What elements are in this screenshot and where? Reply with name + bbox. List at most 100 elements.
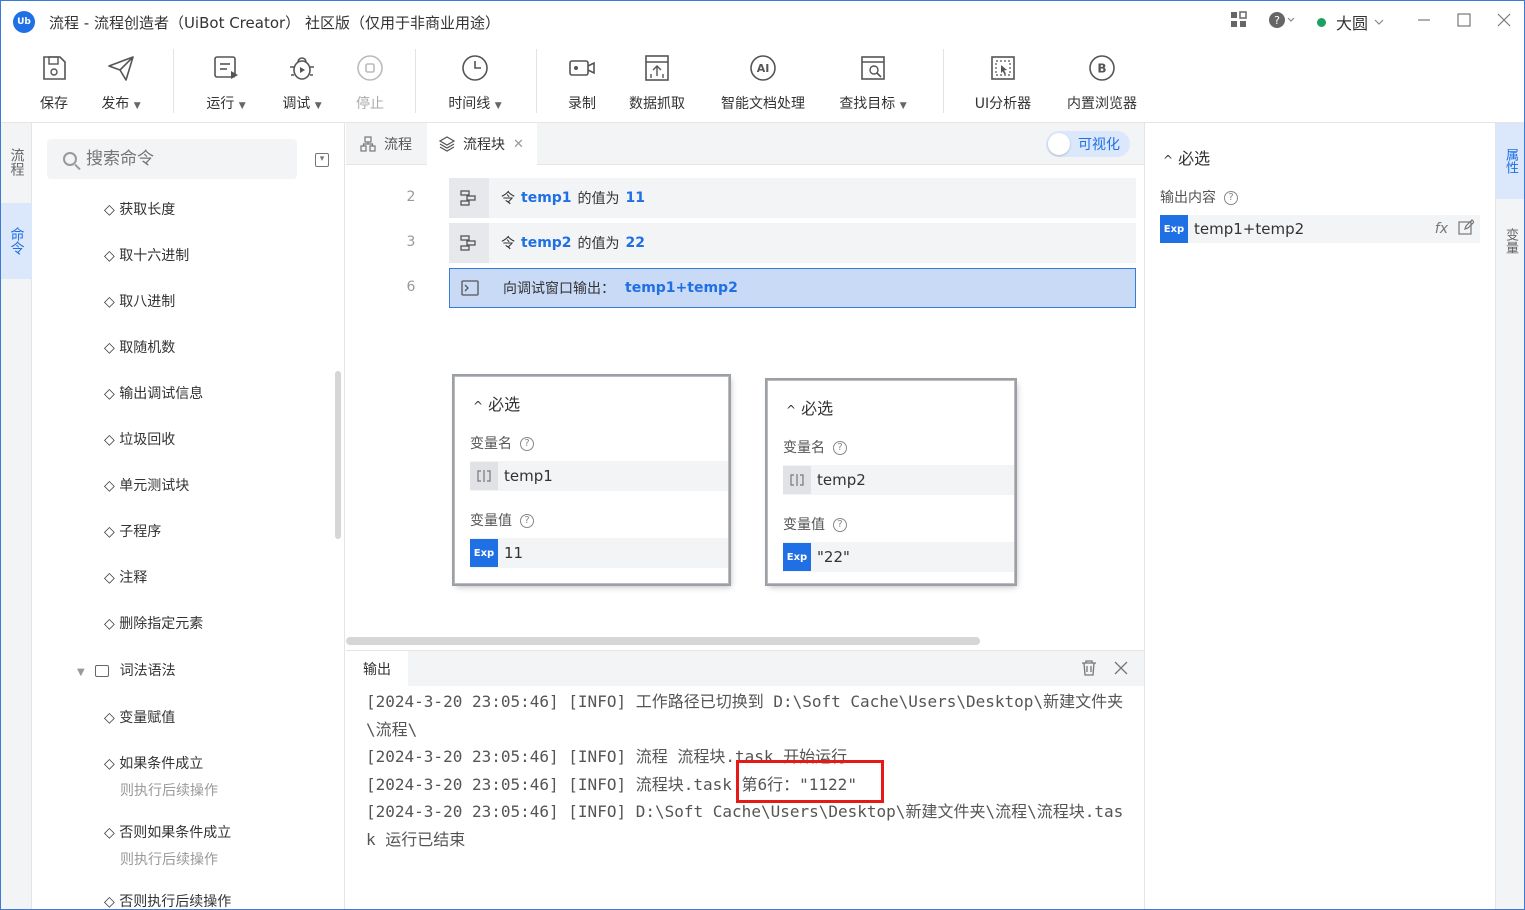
find-target-button[interactable]: 查找目标 ▼ — [833, 43, 913, 123]
code-canvas: 2 令 temp1 的值为 11 3 令 temp2 的值为 22 6 向调试窗口输出： te… — [346, 165, 1144, 650]
toolbar-divider — [943, 49, 944, 113]
variable-name-field[interactable]: temp2 — [783, 465, 1014, 495]
assign-icon — [449, 223, 489, 263]
rail-tab-properties[interactable]: 属性 — [1496, 123, 1524, 199]
publish-button[interactable]: 发布 ▼ — [91, 43, 151, 123]
save-button[interactable]: 保存 — [25, 43, 83, 123]
command-item[interactable]: ◇ 获取长度 — [104, 199, 175, 219]
help-icon[interactable]: ? — [1259, 11, 1307, 33]
ui-analyzer-button[interactable]: UI分析器 — [967, 43, 1039, 123]
expression-icon: Exp — [783, 543, 811, 571]
command-panel: ▾ ◇ 获取长度 ◇ 取十六进制 ◇ 取八进制 ◇ 取随机数 ◇ 输出调试信息 … — [32, 123, 345, 909]
popup-header: 必选 — [801, 399, 834, 418]
help-circle-icon[interactable]: ? — [833, 518, 847, 532]
help-circle-icon[interactable]: ? — [520, 514, 534, 528]
command-item[interactable]: ◇ 否则执行后续操作 — [104, 891, 231, 909]
visual-toggle-label: 可视化 — [1078, 137, 1120, 153]
browser-button[interactable]: B 内置浏览器 — [1059, 43, 1145, 123]
command-item[interactable]: ◇ 删除指定元素 — [104, 613, 203, 633]
trash-icon[interactable] — [1080, 659, 1098, 681]
code-row[interactable]: 2 令 temp1 的值为 11 — [346, 178, 1136, 218]
ai-doc-button[interactable]: AI 智能文档处理 — [711, 43, 815, 123]
command-item[interactable]: ◇ 单元测试块 — [104, 475, 189, 495]
close-output-icon[interactable] — [1112, 659, 1130, 681]
toggle-knob — [1048, 133, 1070, 155]
expression-icon: Exp — [1160, 215, 1188, 243]
toolbar-divider — [536, 49, 537, 113]
variable-value-field[interactable]: Exp "22" — [783, 542, 1014, 572]
svg-text:AI: AI — [757, 62, 770, 75]
record-label: 录制 — [568, 96, 596, 112]
code-row-selected[interactable]: 6 向调试窗口输出： temp1+temp2 — [346, 268, 1136, 308]
maximize-icon[interactable] — [1444, 12, 1484, 33]
command-item[interactable]: ◇ 输出调试信息 — [104, 383, 203, 403]
command-item[interactable]: ◇ 取十六进制 — [104, 245, 189, 265]
terminal-icon — [449, 268, 489, 308]
properties-header: 必选 — [1178, 149, 1211, 168]
user-menu[interactable]: 大圆 — [1316, 10, 1386, 34]
app-window: Ub 流程 - 流程创造者（UiBot Creator） 社区版（仅用于非商业用… — [0, 0, 1525, 910]
tab-flow-block[interactable]: 流程块 ✕ — [427, 123, 537, 165]
toolbar: 保存 发布 ▼ 运行 ▼ 调试 ▼ 停止 时间线 ▼ 录制 数据抓取 AI 智能… — [1, 43, 1524, 123]
toolbar-divider — [173, 49, 174, 113]
command-item[interactable]: ◇ 如果条件成立 则执行后续操作 — [104, 753, 218, 800]
rail-tab-commands[interactable]: 命令 — [1, 203, 32, 279]
rail-tab-flow[interactable]: 流程 — [1, 123, 32, 201]
help-circle-icon[interactable]: ? — [520, 437, 534, 451]
command-item[interactable]: ◇ 取随机数 — [104, 337, 175, 357]
tab-flow[interactable]: 流程 — [346, 123, 426, 165]
canvas-horizontal-scrollbar[interactable] — [346, 637, 980, 645]
output-content-label: 输出内容 — [1160, 190, 1216, 206]
command-item[interactable]: ◇ 否则如果条件成立 则执行后续操作 — [104, 822, 231, 869]
browser-label: 内置浏览器 — [1067, 96, 1137, 112]
command-item[interactable]: ◇ 子程序 — [104, 521, 161, 541]
find-target-label: 查找目标 — [839, 96, 896, 112]
fx-icon[interactable]: fx — [1435, 221, 1448, 237]
command-scrollbar[interactable] — [335, 371, 341, 539]
apps-icon[interactable] — [1219, 11, 1259, 33]
search-box[interactable] — [47, 139, 297, 179]
minimize-icon[interactable] — [1404, 12, 1444, 33]
variable-icon — [470, 462, 498, 490]
rail-tab-variables[interactable]: 变量 — [1496, 203, 1524, 279]
debug-button[interactable]: 调试 ▼ — [273, 43, 331, 123]
command-group[interactable]: ▼ 词法语法 — [77, 660, 176, 680]
tab-close-icon[interactable]: ✕ — [513, 137, 524, 152]
variable-value-field[interactable]: Exp 11 — [470, 538, 728, 568]
stop-button[interactable]: 停止 — [345, 43, 395, 123]
command-item[interactable]: ◇ 垃圾回收 — [104, 429, 175, 449]
visual-toggle[interactable]: 可视化 — [1046, 131, 1130, 157]
search-input[interactable] — [86, 149, 286, 169]
command-item[interactable]: ◇ 注释 — [104, 567, 147, 587]
close-icon[interactable] — [1484, 12, 1524, 33]
help-circle-icon[interactable]: ? — [1224, 191, 1238, 205]
variable-name-field[interactable]: temp1 — [470, 461, 728, 491]
command-item[interactable]: ◇ 变量赋值 — [104, 707, 175, 727]
edit-icon[interactable] — [1458, 219, 1475, 239]
toolbar-divider — [415, 49, 416, 113]
code-row[interactable]: 3 令 temp2 的值为 22 — [346, 223, 1136, 263]
expand-triangle-icon: ▼ — [77, 667, 85, 678]
timeline-button[interactable]: 时间线 ▼ — [439, 43, 511, 123]
stop-label: 停止 — [356, 96, 384, 112]
record-button[interactable]: 录制 — [557, 43, 607, 123]
group-icon — [95, 665, 110, 677]
variable-value-label: 变量值 — [470, 513, 512, 529]
online-status-dot — [1316, 17, 1326, 27]
data-grab-button[interactable]: 数据抓取 — [621, 43, 693, 123]
help-circle-icon[interactable]: ? — [833, 441, 847, 455]
editor-tabs: 流程 流程块 ✕ 可视化 — [346, 123, 1144, 165]
send-icon — [108, 56, 134, 81]
command-item[interactable]: ◇ 取八进制 — [104, 291, 175, 311]
title-bar: Ub 流程 - 流程创造者（UiBot Creator） 社区版（仅用于非商业用… — [1, 1, 1524, 43]
run-button[interactable]: 运行 ▼ — [197, 43, 255, 123]
properties-panel: ^ 必选 输出内容? Exp temp1+temp2 fx — [1144, 123, 1495, 909]
record-icon — [569, 60, 595, 76]
layers-icon — [439, 136, 455, 152]
tab-output[interactable]: 输出 — [346, 651, 408, 687]
variable-icon — [783, 466, 811, 494]
output-content-field[interactable]: Exp temp1+temp2 fx — [1160, 215, 1480, 243]
browser-icon: B — [1089, 55, 1115, 81]
collapse-all-icon[interactable]: ▾ — [315, 153, 329, 167]
publish-label: 发布 — [101, 96, 130, 112]
